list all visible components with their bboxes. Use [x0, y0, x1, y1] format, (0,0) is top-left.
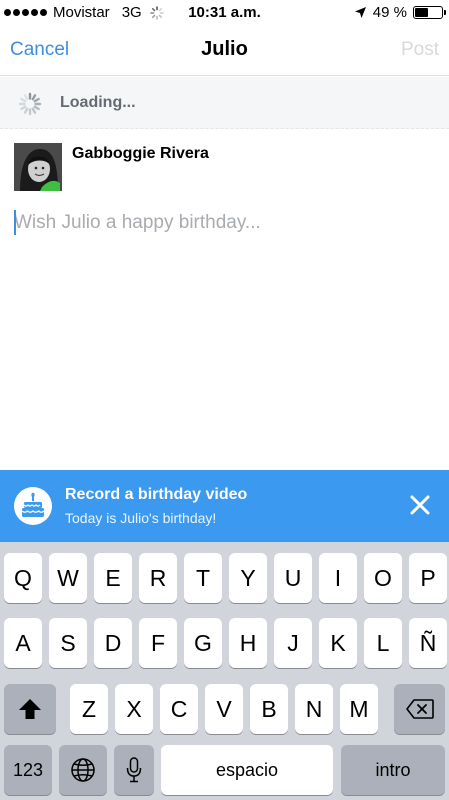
backspace-icon — [405, 699, 434, 719]
key-k[interactable]: K — [319, 618, 357, 668]
avatar — [14, 143, 62, 191]
loading-bar: Loading... — [0, 77, 449, 129]
battery-icon — [413, 6, 446, 19]
record-birthday-video-banner[interactable]: Record a birthday video Today is Julio's… — [0, 470, 449, 542]
key-z[interactable]: Z — [70, 684, 108, 734]
numbers-key[interactable]: 123 — [4, 745, 52, 795]
banner-subtitle: Today is Julio's birthday! — [65, 510, 217, 526]
birthday-message-input[interactable] — [14, 208, 434, 238]
key-n[interactable]: N — [295, 684, 333, 734]
status-right: 49 % — [354, 4, 446, 21]
key-s[interactable]: S — [49, 618, 87, 668]
nav-bar: Cancel Julio Post — [0, 26, 449, 76]
key-a[interactable]: A — [4, 618, 42, 668]
avatar-photo — [14, 143, 62, 191]
microphone-icon — [126, 757, 142, 783]
birthday-cake-icon — [14, 487, 52, 525]
key-w[interactable]: W — [49, 553, 87, 603]
key-x[interactable]: X — [115, 684, 153, 734]
key-j[interactable]: J — [274, 618, 312, 668]
battery-fill — [415, 8, 428, 17]
delete-key[interactable] — [394, 684, 445, 734]
text-cursor — [14, 210, 16, 235]
key-ñ[interactable]: Ñ — [409, 618, 447, 668]
battery-percent: 49 % — [372, 4, 407, 21]
status-bar: Movistar 3G 10:31 a.m. 49 % — [0, 0, 449, 26]
key-d[interactable]: D — [94, 618, 132, 668]
microphone-key[interactable] — [114, 745, 154, 795]
key-m[interactable]: M — [340, 684, 378, 734]
key-b[interactable]: B — [250, 684, 288, 734]
loading-spinner-icon — [18, 92, 42, 116]
key-r[interactable]: R — [139, 553, 177, 603]
key-g[interactable]: G — [184, 618, 222, 668]
location-arrow-icon — [354, 7, 366, 18]
space-key[interactable]: espacio — [161, 745, 333, 795]
key-f[interactable]: F — [139, 618, 177, 668]
globe-icon — [71, 758, 95, 782]
key-h[interactable]: H — [229, 618, 267, 668]
shift-key[interactable] — [4, 684, 56, 734]
banner-title: Record a birthday video — [65, 486, 248, 503]
key-q[interactable]: Q — [4, 553, 42, 603]
key-p[interactable]: P — [409, 553, 447, 603]
user-name: Gabboggie Rivera — [72, 145, 209, 162]
close-icon[interactable] — [407, 492, 433, 518]
key-o[interactable]: O — [364, 553, 402, 603]
key-v[interactable]: V — [205, 684, 243, 734]
return-key[interactable]: intro — [341, 745, 445, 795]
globe-key[interactable] — [59, 745, 107, 795]
key-e[interactable]: E — [94, 553, 132, 603]
key-i[interactable]: I — [319, 553, 357, 603]
key-c[interactable]: C — [160, 684, 198, 734]
loading-text: Loading... — [60, 94, 136, 111]
key-t[interactable]: T — [184, 553, 222, 603]
key-u[interactable]: U — [274, 553, 312, 603]
key-y[interactable]: Y — [229, 553, 267, 603]
shift-arrow-icon — [19, 699, 41, 719]
keyboard: QWERTYUIOP ASDFGHJKLÑ ZXCVBNM 123 espaci… — [0, 542, 449, 800]
cancel-button[interactable]: Cancel — [10, 39, 69, 61]
post-button[interactable]: Post — [401, 39, 439, 61]
key-l[interactable]: L — [364, 618, 402, 668]
